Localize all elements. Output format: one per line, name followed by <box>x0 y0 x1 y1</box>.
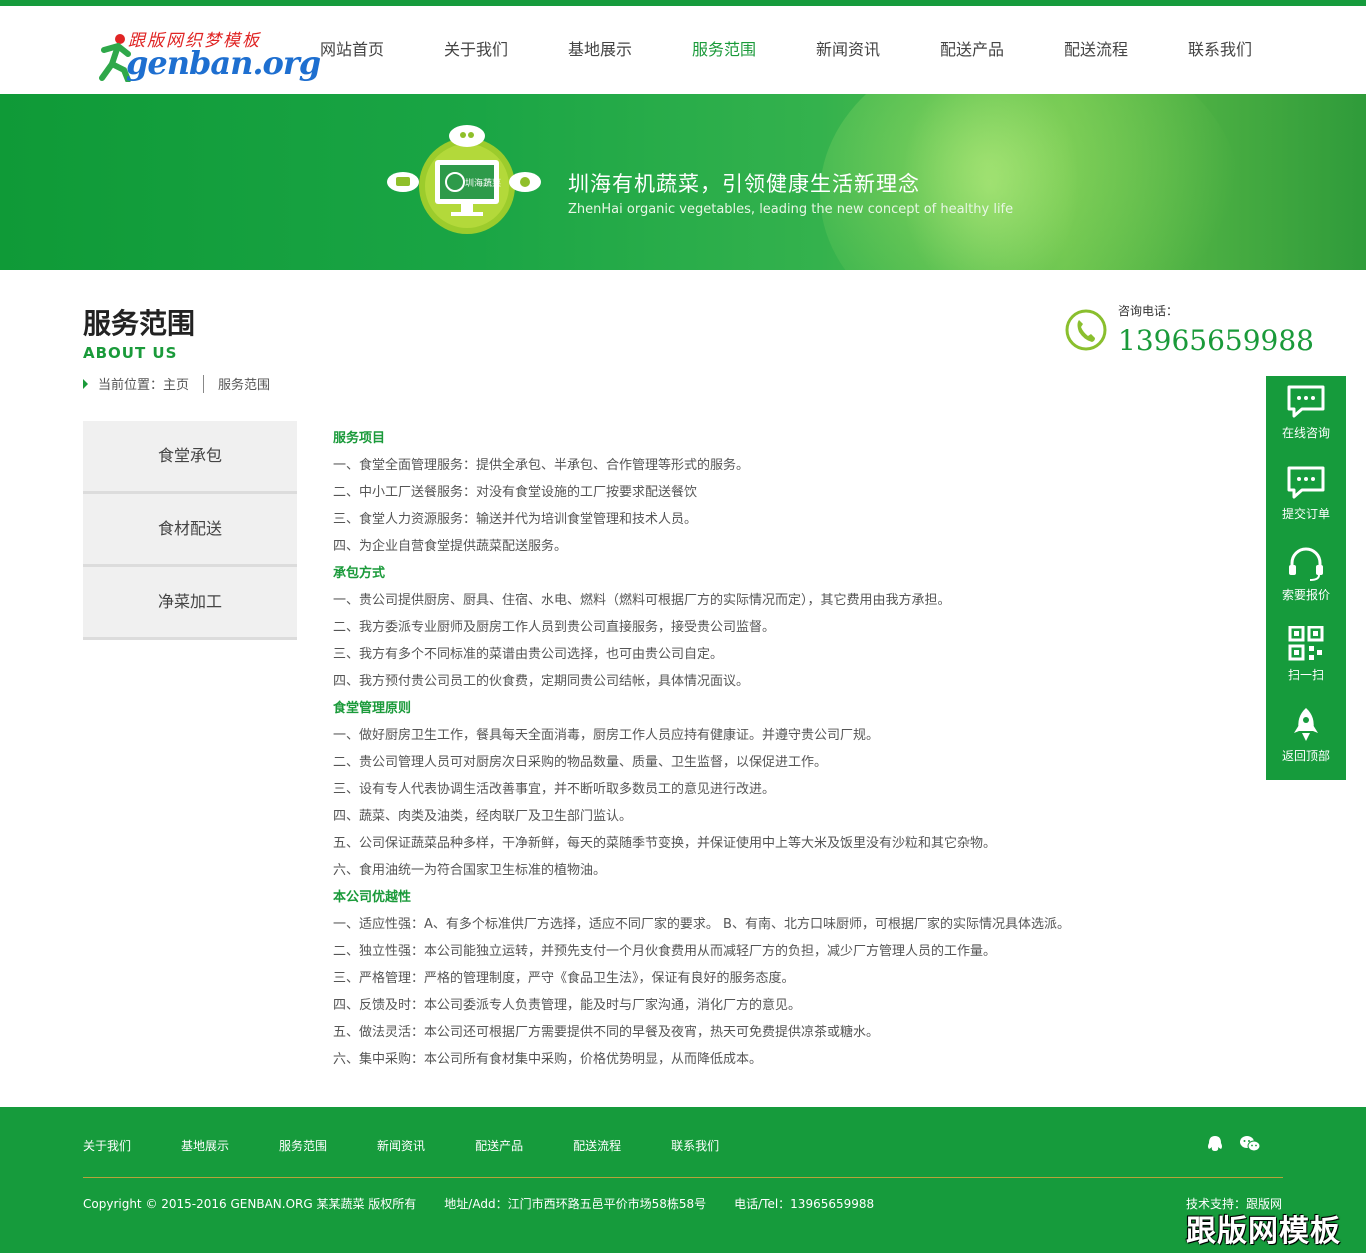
section-line: 五、公司保证蔬菜品种多样，干净新鲜，每天的菜随季节变换，并保证使用中上等大米及饭… <box>333 836 997 851</box>
qq-icon[interactable] <box>1205 1135 1225 1153</box>
section-line: 五、做法灵活：本公司还可根据厂方需要提供不同的早餐及夜宵，热天可免费提供凉茶或糖… <box>333 1025 880 1040</box>
chat-icon <box>1287 385 1325 418</box>
footer-nav-process[interactable]: 配送流程 <box>573 1137 621 1154</box>
section-line: 六、食用油统一为符合国家卫生标准的植物油。 <box>333 863 607 878</box>
float-item-label: 返回顶部 <box>1281 749 1330 764</box>
page-title: 服务范围 <box>83 307 196 340</box>
float-back-to-top[interactable]: 返回顶部 <box>1266 699 1346 780</box>
section-heading: 承包方式 <box>333 566 386 581</box>
section-line: 四、反馈及时：本公司委派专人负责管理，能及时与厂家沟通，消化厂方的意见。 <box>333 998 802 1013</box>
hero-banner: 圳海蔬菜 圳海有机蔬菜，引领健康生活新理念 ZhenHai organic ve… <box>0 94 1366 270</box>
section-line: 四、为企业自营食堂提供蔬菜配送服务。 <box>333 539 568 554</box>
section-line: 三、设有专人代表协调生活改善事宜，并不断听取多数员工的意见进行改进。 <box>333 782 776 797</box>
section-line: 三、食堂人力资源服务：输送并代为培训食堂管理和技术人员。 <box>333 512 698 527</box>
section-line: 一、食堂全面管理服务：提供全承包、半承包、合作管理等形式的服务。 <box>333 458 750 473</box>
footer-divider <box>83 1177 1283 1178</box>
section-line: 二、中小工厂送餐服务：对没有食堂设施的工厂按要求配送餐饮 <box>333 485 698 500</box>
footer-address: 地址/Add：江门市西环路五邑平价市场58栋58号 <box>444 1197 707 1211</box>
footer-tel: 电话/Tel：13965659988 <box>734 1197 875 1211</box>
float-item-label: 扫一扫 <box>1287 668 1324 683</box>
footer-nav-news[interactable]: 新闻资讯 <box>377 1137 425 1154</box>
article-content: 服务项目 一、食堂全面管理服务：提供全承包、半承包、合作管理等形式的服务。 二、… <box>333 425 1093 1073</box>
banner-text: 圳海有机蔬菜，引领健康生活新理念 ZhenHai organic vegetab… <box>568 168 1013 217</box>
monitor-cloud-icon: 圳海蔬菜 <box>387 125 541 234</box>
float-online-consult[interactable]: 在线咨询 <box>1266 376 1346 457</box>
footer-nav-base[interactable]: 基地展示 <box>181 1137 229 1154</box>
float-scan-qr[interactable]: 扫一扫 <box>1266 618 1346 699</box>
nav-item-base[interactable]: 基地展示 <box>538 6 662 94</box>
section-line: 六、集中采购：本公司所有食材集中采购，价格优势明显，从而降低成本。 <box>333 1052 763 1067</box>
section-line: 四、我方预付贵公司员工的伙食费，定期同贵公司结帐，具体情况面议。 <box>333 674 750 689</box>
footer-nav-about[interactable]: 关于我们 <box>83 1137 131 1154</box>
float-item-label: 在线咨询 <box>1281 426 1330 440</box>
phone-icon <box>1065 309 1107 351</box>
nav-item-news[interactable]: 新闻资讯 <box>786 6 910 94</box>
breadcrumb-current[interactable]: 服务范围 <box>218 374 270 393</box>
nav-item-about[interactable]: 关于我们 <box>414 6 538 94</box>
side-menu: 食堂承包 食材配送 净菜加工 <box>83 421 297 640</box>
footer-nav: 关于我们 基地展示 服务范围 新闻资讯 配送产品 配送流程 联系我们 <box>83 1137 769 1154</box>
float-item-label: 索要报价 <box>1281 587 1330 602</box>
footer-nav-services[interactable]: 服务范围 <box>279 1137 327 1154</box>
section-heading: 服务项目 <box>333 431 386 446</box>
banner-subtitle: ZhenHai organic vegetables, leading the … <box>568 202 1014 217</box>
banner-badge-text: 圳海蔬菜 <box>465 177 501 189</box>
side-menu-item-canteen[interactable]: 食堂承包 <box>83 421 297 494</box>
side-menu-item-delivery[interactable]: 食材配送 <box>83 494 297 567</box>
floating-service-bar: 在线咨询 提交订单 索要报价 扫一扫 返回顶部 <box>1266 376 1346 780</box>
phone-label: 咨询电话： <box>1118 304 1179 318</box>
float-item-label: 提交订单 <box>1281 506 1330 521</box>
float-request-quote[interactable]: 索要报价 <box>1266 538 1346 619</box>
nav-item-home[interactable]: 网站首页 <box>290 6 414 94</box>
section-line: 二、我方委派专业厨师及厨房工作人员到贵公司直接服务，接受贵公司监督。 <box>333 620 776 635</box>
footer-copyright: Copyright © 2015-2016 GENBAN.ORG 某某蔬菜 版权… <box>83 1197 417 1211</box>
page-subtitle: ABOUT US <box>83 344 178 362</box>
section-line: 二、独立性强：本公司能独立运转，并预先支付一个月伙食费用从而减轻厂方的负担，减少… <box>333 944 997 959</box>
section-line: 一、适应性强：A、有多个标准供厂方选择，适应不同厂家的要求。 B、有南、北方口味… <box>333 917 1070 932</box>
qrcode-icon <box>1288 626 1324 661</box>
nav-item-products[interactable]: 配送产品 <box>910 6 1034 94</box>
headset-icon <box>1289 547 1323 581</box>
wechat-icon[interactable] <box>1239 1135 1261 1153</box>
section-line: 二、贵公司管理人员可对厨房次日采购的物品数量、质量、卫生监督，以保促进工作。 <box>333 755 828 770</box>
site-header: 跟版网织梦模板 genban.org 网站首页 关于我们 基地展示 服务范围 新… <box>0 6 1366 94</box>
watermark: 跟版网模板 <box>1186 1214 1341 1249</box>
breadcrumb-separator <box>203 374 205 393</box>
footer-info: Copyright © 2015-2016 GENBAN.ORG 某某蔬菜 版权… <box>83 1195 874 1212</box>
footer-nav-contact[interactable]: 联系我们 <box>671 1137 719 1154</box>
side-menu-item-processing[interactable]: 净菜加工 <box>83 567 297 640</box>
section-line: 一、做好厨房卫生工作，餐具每天全面消毒，厨房工作人员应持有健康证。并遵守贵公司厂… <box>333 728 880 743</box>
nav-item-contact[interactable]: 联系我们 <box>1158 6 1282 94</box>
rocket-icon <box>1294 708 1318 742</box>
section-line: 一、贵公司提供厨房、厨具、住宿、水电、燃料（燃料可根据厂方的实际情况而定），其它… <box>333 593 951 608</box>
float-submit-order[interactable]: 提交订单 <box>1266 457 1346 538</box>
nav-item-services[interactable]: 服务范围 <box>662 6 786 94</box>
site-logo[interactable]: 跟版网织梦模板 genban.org <box>98 26 321 86</box>
footer-social <box>1205 1135 1261 1153</box>
section-line: 四、蔬菜、肉类及油类，经肉联厂及卫生部门监认。 <box>333 809 633 824</box>
site-footer: 关于我们 基地展示 服务范围 新闻资讯 配送产品 配送流程 联系我们 Copyr… <box>0 1107 1366 1253</box>
phone-number[interactable]: 13965659988 <box>1118 324 1314 357</box>
footer-nav-products[interactable]: 配送产品 <box>475 1137 523 1154</box>
section-line: 三、我方有多个不同标准的菜谱由贵公司选择，也可由贵公司自定。 <box>333 647 724 662</box>
banner-title: 圳海有机蔬菜，引领健康生活新理念 <box>568 172 920 196</box>
section-heading: 本公司优越性 <box>333 890 412 905</box>
section-line: 三、严格管理：严格的管理制度，严守《食品卫生法》，保证有良好的服务态度。 <box>333 971 795 986</box>
page-header: 服务范围 ABOUT US 当前位置：主页 服务范围 咨询电话： 1396565… <box>0 270 1366 420</box>
chat-icon <box>1287 466 1325 499</box>
nav-item-process[interactable]: 配送流程 <box>1034 6 1158 94</box>
main-nav: 网站首页 关于我们 基地展示 服务范围 新闻资讯 配送产品 配送流程 联系我们 <box>290 6 1282 94</box>
breadcrumb: 当前位置：主页 服务范围 <box>83 374 270 393</box>
breadcrumb-arrow-icon <box>83 378 88 389</box>
breadcrumb-home-link[interactable]: 当前位置：主页 <box>98 374 189 393</box>
section-heading: 食堂管理原则 <box>333 701 412 716</box>
